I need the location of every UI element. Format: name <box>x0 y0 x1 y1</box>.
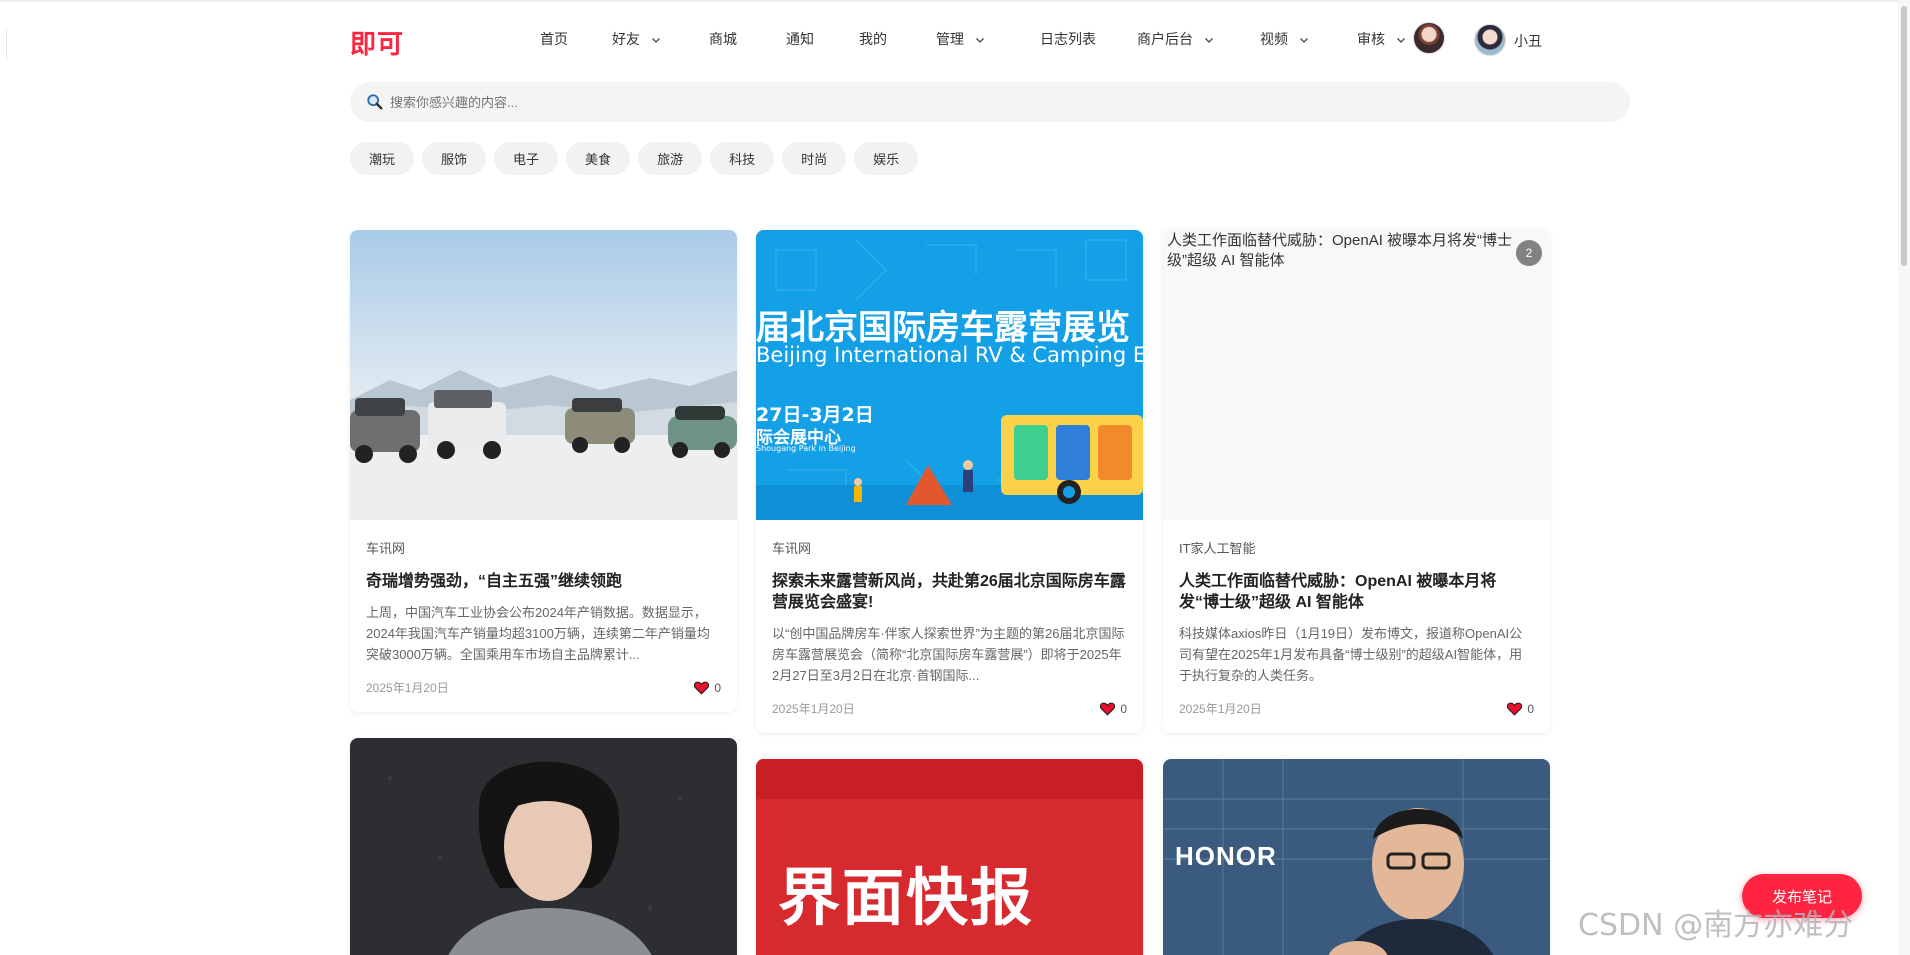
search-bar[interactable] <box>350 82 1630 122</box>
page-scrollbar[interactable] <box>1898 0 1910 955</box>
category-chip[interactable]: 旅游 <box>638 142 703 175</box>
post-card[interactable]: 车讯网 奇瑞增势强劲，“自主五强”继续领跑 上周，中国汽车工业协会公布2024年… <box>350 230 737 712</box>
nav-item-10[interactable]: 审核 <box>1357 29 1407 49</box>
nav-item-3[interactable]: 商城 <box>709 29 737 49</box>
nav-item-label: 商城 <box>709 31 737 47</box>
post-description: 上周，中国汽车工业协会公布2024年产销数据。数据显示，2024年我国汽车产销量… <box>366 605 710 662</box>
post-cover-image: HONOR <box>1163 759 1550 955</box>
scrollbar-thumb[interactable] <box>1901 6 1907 266</box>
post-card[interactable]: 人类工作面临替代威胁：OpenAI 被曝本月将发“博士级”超级 AI 智能体 2… <box>1163 230 1550 733</box>
chevron-down-icon <box>1203 33 1215 45</box>
banner-title: 届北京国际房车露营展览 <box>756 308 1130 348</box>
heart-icon <box>1507 702 1523 716</box>
post-cover-image: 界面快报 <box>756 759 1143 955</box>
chevron-down-icon <box>650 33 662 45</box>
nav-item-label: 好友 <box>612 31 640 47</box>
post-title[interactable]: 探索未来露营新风尚，共赴第26届北京国际房车露营展览会盛宴! <box>772 571 1127 613</box>
watermark: CSDN @南方亦难分 <box>1578 908 1854 943</box>
category-chip[interactable]: 娱乐 <box>854 142 919 175</box>
nav-item-6[interactable]: 管理 <box>936 29 986 49</box>
post-source: 车讯网 <box>772 541 812 556</box>
post-description: 科技媒体axios昨日（1月19日）发布博文，报道称OpenAI公司有望在202… <box>1179 626 1523 683</box>
banner-venue-en: Shougang Park in Beijing <box>756 444 856 453</box>
nav-item-9[interactable]: 视频 <box>1260 29 1310 49</box>
user-avatar[interactable] <box>1474 24 1506 56</box>
like-button[interactable]: 0 <box>1506 700 1534 717</box>
nav-item-2[interactable]: 好友 <box>612 29 662 49</box>
nav-item-label: 商户后台 <box>1137 31 1193 47</box>
like-count: 0 <box>1120 701 1127 716</box>
post-card[interactable]: 界面快报 <box>756 759 1143 955</box>
post-card[interactable]: HONOR <box>1163 759 1550 955</box>
search-icon <box>366 93 384 111</box>
category-chip[interactable]: 时尚 <box>782 142 847 175</box>
post-title[interactable]: 奇瑞增势强劲，“自主五强”继续领跑 <box>366 571 721 592</box>
chevron-down-icon <box>1298 33 1310 45</box>
post-cover-image <box>350 230 737 520</box>
post-description: 以“创中国品牌房车·伴家人探索世界”为主题的第26届北京国际房车露营展览会（简称… <box>772 626 1125 683</box>
nav-item-4[interactable]: 通知 <box>786 29 814 49</box>
category-chip[interactable]: 潮玩 <box>350 142 415 175</box>
honor-sign: HONOR <box>1175 841 1277 871</box>
post-card[interactable]: 届北京国际房车露营展览 Beijing International RV & C… <box>756 230 1143 733</box>
like-button[interactable]: 0 <box>693 679 721 696</box>
heart-icon <box>694 681 710 695</box>
post-source: IT家人工智能 <box>1179 541 1256 556</box>
nav-item-label: 日志列表 <box>1040 31 1096 47</box>
nav-item-label: 审核 <box>1357 31 1385 47</box>
post-date: 2025年1月20日 <box>772 702 855 716</box>
chevron-down-icon <box>1395 33 1407 45</box>
post-cover-image: 届北京国际房车露营展览 Beijing International RV & C… <box>756 230 1143 520</box>
nav-item-label: 视频 <box>1260 31 1288 47</box>
nav-item-7[interactable]: 日志列表 <box>1040 29 1096 49</box>
jiemian-logo-text: 界面快报 <box>778 861 1035 934</box>
main-nav: 首页 好友 商城 通知 我的 管理 日志列表 商户后台 视频 审核 <box>540 24 1407 54</box>
nav-item-5[interactable]: 我的 <box>859 29 887 49</box>
category-chip[interactable]: 服饰 <box>422 142 487 175</box>
post-card[interactable] <box>350 738 737 955</box>
category-chips: 潮玩 服饰 电子 美食 旅游 科技 时尚 娱乐 <box>350 142 926 175</box>
post-cover-image <box>350 738 737 955</box>
post-source: 车讯网 <box>366 541 406 556</box>
nav-item-label: 首页 <box>540 31 568 47</box>
left-edge-line <box>6 30 7 60</box>
notification-avatar[interactable] <box>1413 22 1445 54</box>
like-button[interactable]: 0 <box>1099 700 1127 717</box>
heart-icon <box>1100 702 1116 716</box>
post-date: 2025年1月20日 <box>366 681 449 695</box>
nav-item-label: 通知 <box>786 31 814 47</box>
site-logo[interactable]: 即可 <box>350 24 404 61</box>
username[interactable]: 小丑 <box>1514 31 1542 51</box>
nav-item-label: 管理 <box>936 31 964 47</box>
category-chip[interactable]: 电子 <box>494 142 559 175</box>
post-date: 2025年1月20日 <box>1179 702 1262 716</box>
nav-item-label: 我的 <box>859 31 887 47</box>
search-input[interactable] <box>390 94 990 110</box>
post-cover-image-broken: 人类工作面临替代威胁：OpenAI 被曝本月将发“博士级”超级 AI 智能体 2 <box>1163 230 1550 520</box>
top-border <box>0 0 1910 2</box>
image-count-badge: 2 <box>1516 240 1542 266</box>
nav-item-8[interactable]: 商户后台 <box>1137 29 1215 49</box>
chevron-down-icon <box>974 33 986 45</box>
category-chip[interactable]: 科技 <box>710 142 775 175</box>
image-alt-text: 人类工作面临替代威胁：OpenAI 被曝本月将发“博士级”超级 AI 智能体 <box>1167 232 1513 269</box>
like-count: 0 <box>1527 701 1534 716</box>
like-count: 0 <box>714 680 721 695</box>
post-title[interactable]: 人类工作面临替代威胁：OpenAI 被曝本月将发“博士级”超级 AI 智能体 <box>1179 571 1534 613</box>
category-chip[interactable]: 美食 <box>566 142 631 175</box>
banner-subtitle: Beijing International RV & Camping Exh <box>756 343 1143 367</box>
nav-item-1[interactable]: 首页 <box>540 29 568 49</box>
